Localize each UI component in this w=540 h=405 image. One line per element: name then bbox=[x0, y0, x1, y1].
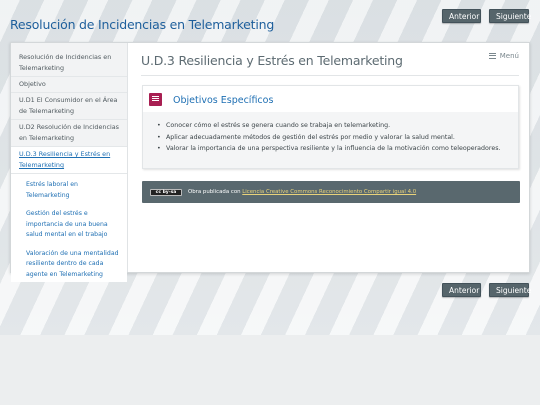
menu-label: Menú bbox=[499, 52, 519, 60]
previous-button-bottom[interactable]: Anterior bbox=[442, 283, 481, 297]
sidebar-item-ud1[interactable]: U.D1 El Consumidor en el Área de Telemar… bbox=[11, 93, 127, 120]
next-button-top[interactable]: Siguiente bbox=[489, 9, 531, 23]
sidebar-nav: Resolución de Incidencias en Telemarketi… bbox=[11, 43, 128, 282]
sidebar-subitem-gestion-estres[interactable]: Gestión del estrés e importancia de una … bbox=[11, 203, 127, 243]
main-card: Resolución de Incidencias en Telemarketi… bbox=[10, 42, 530, 282]
certificate-icon bbox=[149, 93, 162, 106]
content-area: U.D.3 Resiliencia y Estrés en Telemarket… bbox=[139, 43, 529, 272]
objectives-box: Objetivos Específicos Conocer cómo el es… bbox=[142, 85, 519, 169]
sidebar-item-home[interactable]: Resolución de Incidencias en Telemarketi… bbox=[11, 43, 127, 77]
objectives-title: Objetivos Específicos bbox=[173, 95, 274, 106]
site-title: Resolución de Incidencias en Telemarketi… bbox=[10, 17, 275, 32]
license-prefix: Obra publicada con bbox=[188, 189, 243, 195]
previous-button-top[interactable]: Anterior bbox=[442, 9, 481, 23]
sidebar-item-objetivo[interactable]: Objetivo bbox=[11, 77, 127, 93]
menu-toggle-button[interactable]: Menú bbox=[488, 52, 519, 60]
page-title: U.D.3 Resiliencia y Estrés en Telemarket… bbox=[141, 53, 403, 68]
list-item: Aplicar adecuadamente métodos de gestión… bbox=[157, 132, 501, 144]
objectives-header: Objetivos Específicos bbox=[143, 86, 518, 112]
sidebar-subitem-estres-laboral[interactable]: Estrés laboral en Telemarketing bbox=[11, 174, 127, 203]
list-item: Valorar la importancia de una perspectiv… bbox=[157, 143, 501, 155]
cc-license-badge[interactable]: cc by-sa bbox=[150, 189, 182, 196]
sidebar-item-ud3[interactable]: U.D.3 Resiliencia y Estrés en Telemarket… bbox=[11, 147, 127, 174]
next-button-bottom[interactable]: Siguiente bbox=[489, 283, 531, 297]
license-bar: cc by-sa Obra publicada con Licencia Cre… bbox=[142, 181, 520, 203]
objectives-list: Conocer cómo el estrés se genera cuando … bbox=[157, 120, 501, 155]
hamburger-icon bbox=[488, 52, 496, 59]
list-item: Conocer cómo el estrés se genera cuando … bbox=[157, 120, 501, 132]
sidebar-item-ud2[interactable]: U.D2 Resolución de Incidencias en Telema… bbox=[11, 120, 127, 147]
license-link[interactable]: Licencia Creative Commons Reconocimiento… bbox=[242, 189, 416, 195]
sidebar-subitem-mentalidad-resiliente[interactable]: Valoración de una mentalidad resiliente … bbox=[11, 242, 127, 282]
title-divider bbox=[141, 75, 519, 76]
footer-background bbox=[0, 335, 540, 405]
license-text: Obra publicada con Licencia Creative Com… bbox=[188, 189, 416, 196]
